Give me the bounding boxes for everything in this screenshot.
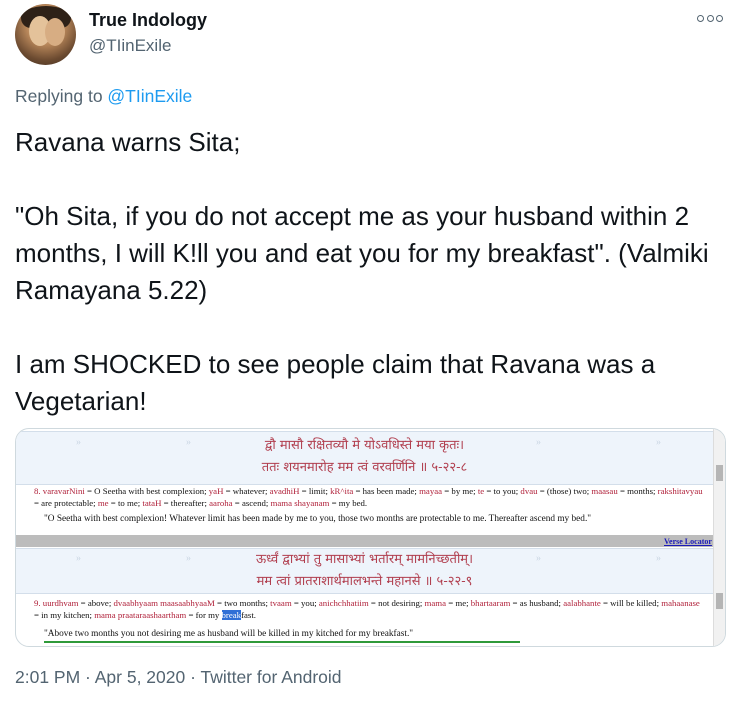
tweet-line-3: I am SHOCKED to see people claim that Ra…	[15, 349, 663, 416]
term-meaning: = you;	[291, 598, 319, 608]
author-handle[interactable]: @TIinExile	[89, 36, 171, 56]
term-meaning: = months;	[617, 486, 658, 496]
verse-9-sanskrit-line-1: ऊर्ध्वं द्वाभ्यां तु मासाभ्यां भर्तारम् …	[255, 552, 474, 567]
term-meaning: = to you;	[484, 486, 521, 496]
term-meaning: = me;	[446, 598, 471, 608]
sanskrit-term: kR^ita	[330, 486, 354, 496]
term-meaning: = O Seetha with best complexion;	[84, 486, 209, 496]
sanskrit-term: mayaa	[419, 486, 443, 496]
replying-to: Replying to @TIinExile	[15, 86, 192, 107]
sanskrit-term: 9. uurdhvam	[34, 598, 79, 608]
sanskrit-term: anichchhatiim	[318, 598, 369, 608]
verse-8-translation: "O Seetha with best complexion! Whatever…	[44, 514, 592, 524]
sanskrit-term: avadhiH	[269, 486, 300, 496]
term-meaning: = will be killed;	[600, 598, 662, 608]
green-underline	[44, 641, 520, 643]
replying-to-label: Replying to	[15, 86, 108, 106]
sanskrit-term: me	[97, 498, 109, 508]
verse-8-sanskrit-line-2: ततः शयनमारोह मम त्वं वरवर्णिनि ॥ ५-२२-८	[261, 460, 468, 475]
section-divider	[16, 535, 713, 547]
sanskrit-term: tvaam	[270, 598, 292, 608]
term-meaning: = thereafter;	[161, 498, 210, 508]
author-name[interactable]: True Indology	[89, 10, 207, 31]
sanskrit-term: rakshitavyau	[657, 486, 703, 496]
sanskrit-term: mama praataraashaartham	[94, 610, 187, 620]
term-meaning: = has been made;	[353, 486, 420, 496]
tweet-timestamp-source[interactable]: 2:01 PM · Apr 5, 2020 · Twitter for Andr…	[15, 667, 342, 688]
term-meaning: = for my	[186, 610, 222, 620]
sanskrit-term: mama shayanam	[270, 498, 330, 508]
sanskrit-term: yaH	[208, 486, 224, 496]
term-meaning: = whatever;	[223, 486, 270, 496]
term-meaning: = two months;	[214, 598, 271, 608]
term-meaning: = to me;	[108, 498, 143, 508]
term-meaning: = limit;	[299, 486, 331, 496]
tweet-text: Ravana warns Sita; "Oh Sita, if you do n…	[15, 124, 720, 420]
term-meaning: = are protectable;	[34, 498, 98, 508]
term-meaning: = ascend;	[232, 498, 271, 508]
term-meaning: = my bed.	[329, 498, 368, 508]
avatar-face-right	[45, 18, 65, 46]
more-options-icon[interactable]	[697, 8, 723, 28]
replying-to-link[interactable]: @TIinExile	[107, 86, 192, 106]
verse-8-sanskrit-line-1: द्वौ मासौ रक्षितव्यौ मे योऽवधिस्ते मया क…	[264, 438, 465, 453]
tweet-line-2: "Oh Sita, if you do not accept me as you…	[15, 201, 716, 305]
term-meaning: = not desiring;	[368, 598, 425, 608]
ramayana-screenshot: » » » » द्वौ मासौ रक्षितव्यौ मे योऽवधिस्…	[16, 429, 713, 646]
sanskrit-term: dvau	[520, 486, 538, 496]
sanskrit-term: mahaanase	[661, 598, 700, 608]
verse-8-word-meanings: 8. varavarNini = O Seetha with best comp…	[34, 485, 706, 509]
attached-image[interactable]: » » » » द्वौ मासौ रक्षितव्यौ मे योऽवधिस्…	[15, 428, 726, 647]
sanskrit-term: aaroha	[209, 498, 233, 508]
selected-text-highlight: break	[221, 610, 242, 620]
verse-9-translation: "Above two months you not desiring me as…	[44, 629, 414, 639]
verse-locator-link[interactable]: Verse Locator	[664, 537, 712, 546]
image-scrollbar	[713, 429, 725, 646]
term-meaning: = by me;	[442, 486, 478, 496]
sanskrit-term: 8. varavarNini	[34, 486, 85, 496]
author-avatar[interactable]	[15, 4, 76, 65]
sanskrit-term: dvaabhyaam maasaabhyaaM	[113, 598, 215, 608]
tweet-line-1: Ravana warns Sita;	[15, 127, 241, 157]
term-meaning: = as husband;	[510, 598, 564, 608]
scrollbar-thumb	[716, 593, 723, 609]
sanskrit-term: aalabhante	[563, 598, 601, 608]
sanskrit-term: mama	[424, 598, 447, 608]
verse-9-word-meanings: 9. uurdhvam = above; dvaabhyaam maasaabh…	[34, 598, 700, 620]
verse-9-sanskrit-line-2: मम त्वां प्रातराशार्थमालभन्ते महानसे ॥ ५…	[256, 574, 473, 589]
scrollbar-thumb	[716, 465, 723, 481]
term-meaning: = in my kitchen;	[34, 610, 95, 620]
sanskrit-term: tataH	[142, 498, 162, 508]
term-meaning: = (those) two;	[537, 486, 592, 496]
term-meaning: = above;	[78, 598, 114, 608]
sanskrit-term: bhartaaram	[470, 598, 511, 608]
sanskrit-term: maasau	[591, 486, 618, 496]
